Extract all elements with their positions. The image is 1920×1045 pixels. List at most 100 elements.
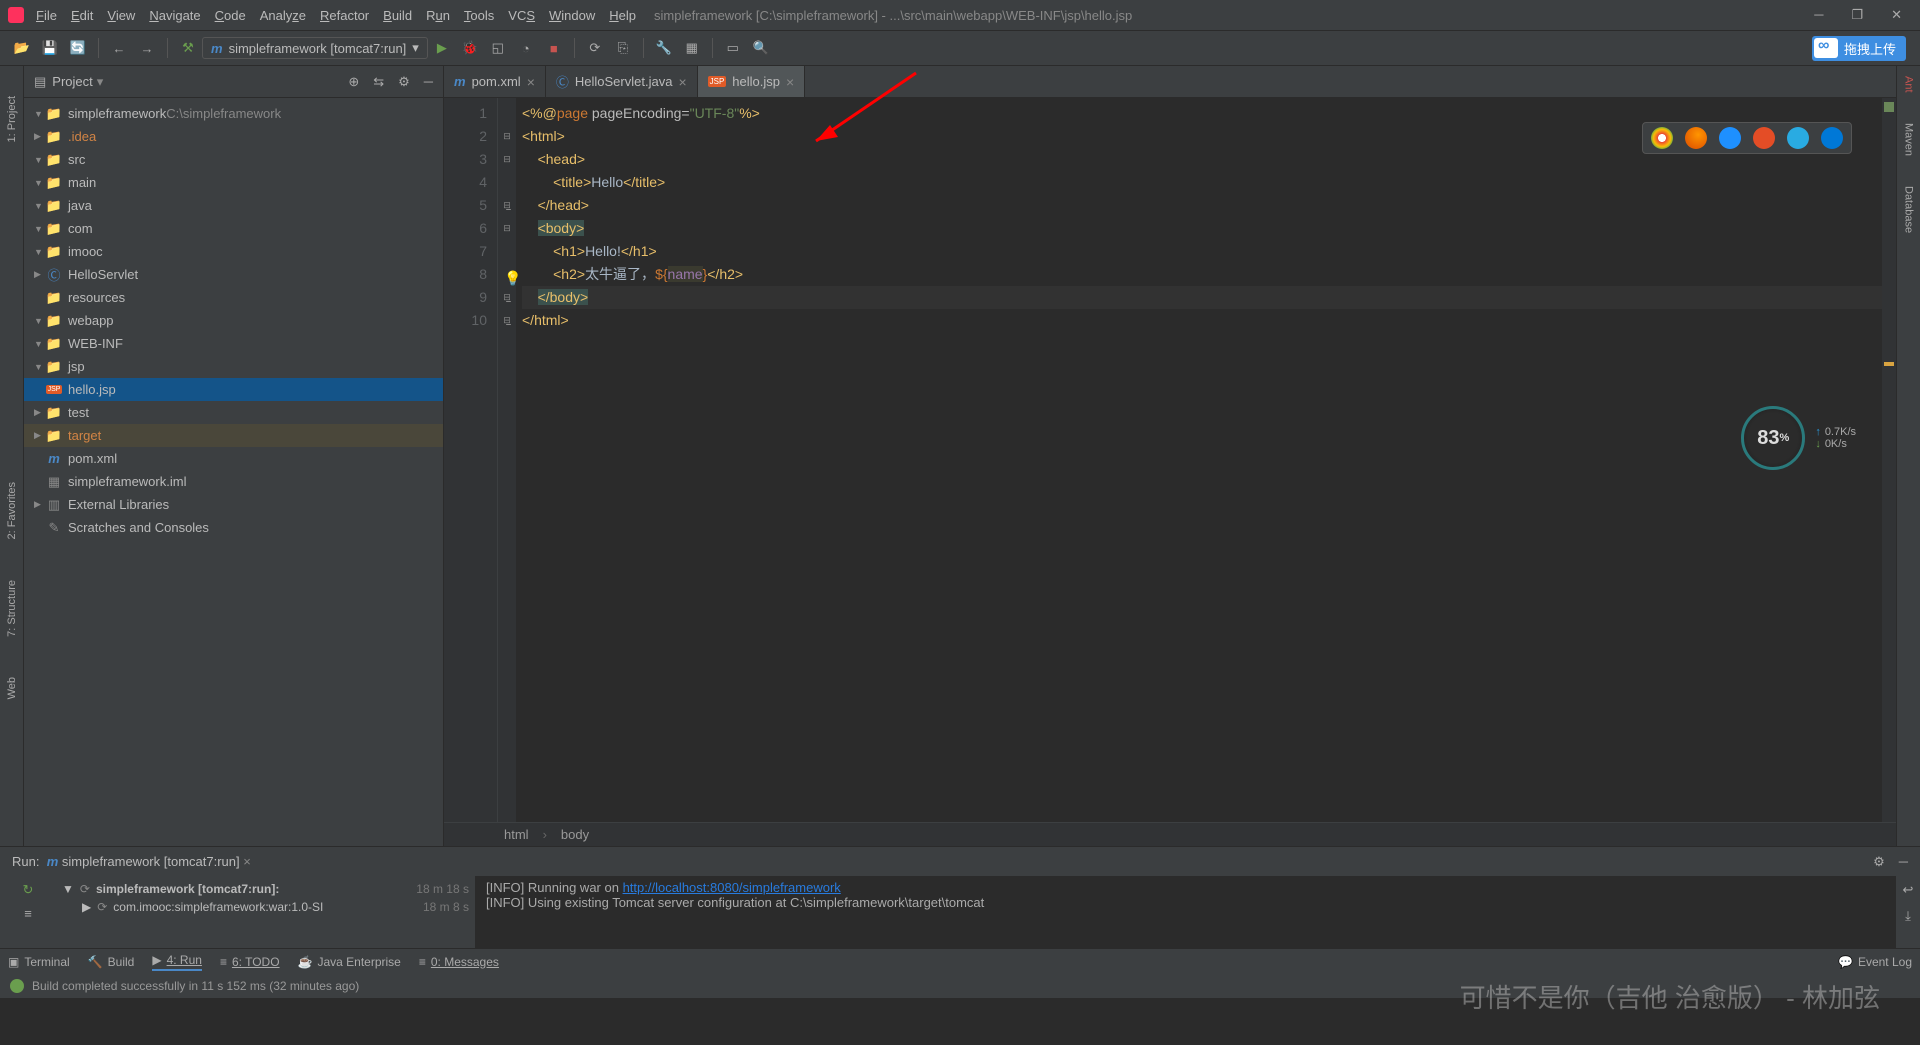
tree-node-simpleframeworkiml[interactable]: ▦simpleframework.iml [24,470,443,493]
crumb-html[interactable]: html [504,827,529,842]
structure-icon[interactable]: ▦ [683,39,701,57]
fold-gutter[interactable]: ⊟⊟⊟̲⊟⊟̲⊟̲ [498,98,516,822]
strip-structure[interactable]: 7: Structure [6,580,18,637]
tab-close-icon[interactable]: × [527,74,535,90]
run-gear-icon[interactable]: ⚙ [1873,854,1885,870]
open-icon[interactable]: 📂 [13,39,31,57]
scroll-end-icon[interactable]: ⤓ [1905,908,1911,924]
firefox-icon[interactable] [1685,127,1707,149]
tree-node-com[interactable]: ▼📁com [24,217,443,240]
tab-close-icon[interactable]: × [678,74,686,90]
crumb-body[interactable]: body [561,827,589,842]
strip-ant[interactable]: Ant [1903,76,1915,93]
tab-close-icon[interactable]: × [786,74,794,90]
edge-icon[interactable] [1821,127,1843,149]
sync-icon[interactable]: 🔄 [69,39,87,57]
expand-icon[interactable]: ⇆ [373,74,384,90]
run-icon[interactable]: ▶ [433,39,451,57]
project-tree[interactable]: ▼📁simpleframework C:\simpleframework▶📁.i… [24,98,443,846]
menu-navigate[interactable]: Navigate [149,8,200,23]
minimize-icon[interactable]: ─ [1814,7,1823,23]
back-icon[interactable]: ← [110,39,128,57]
tree-node-main[interactable]: ▼📁main [24,171,443,194]
target-icon[interactable]: ⊕ [348,74,359,90]
attach-icon[interactable]: ⎘ [614,39,632,57]
code-area[interactable]: 12345678910 ⊟⊟⊟̲⊟⊟̲⊟̲ 💡 <%@page pageEnco… [444,98,1896,822]
run-tree-toggle-icon[interactable]: ≡ [24,906,32,921]
menu-tools[interactable]: Tools [464,8,494,23]
hammer-icon[interactable]: ⚒ [179,39,197,57]
tree-node-pomxml[interactable]: mpom.xml [24,447,443,470]
menu-file[interactable]: File [36,8,57,23]
menu-code[interactable]: Code [215,8,246,23]
forward-icon[interactable]: → [138,39,156,57]
tree-node-resources[interactable]: 📁resources [24,286,443,309]
tree-node-test[interactable]: ▶📁test [24,401,443,424]
tree-node-WEBINF[interactable]: ▼📁WEB-INF [24,332,443,355]
profile-icon[interactable]: ◔ [517,39,535,57]
tree-node-target[interactable]: ▶📁target [24,424,443,447]
warning-marker-icon[interactable] [1884,362,1894,366]
upload-button[interactable]: 拖拽上传 [1812,36,1906,61]
run-output[interactable]: [INFO] Running war on http://localhost:8… [476,876,1896,948]
tree-node-idea[interactable]: ▶📁.idea [24,125,443,148]
tab-servlet[interactable]: ⒸHelloServlet.java× [546,66,698,97]
ie-icon[interactable] [1787,127,1809,149]
strip-maven[interactable]: Maven [1903,123,1915,156]
breadcrumb[interactable]: html › body [444,822,1896,846]
chrome-icon[interactable] [1651,127,1673,149]
menu-analyze[interactable]: Analyze [260,8,306,23]
maximize-icon[interactable]: ❐ [1851,7,1863,23]
menu-vcs[interactable]: VCS [508,8,535,23]
tree-node-webapp[interactable]: ▼📁webapp [24,309,443,332]
menu-edit[interactable]: Edit [71,8,93,23]
debug-icon[interactable]: 🐞 [461,39,479,57]
menu-build[interactable]: Build [383,8,412,23]
tree-node-jsp[interactable]: ▼📁jsp [24,355,443,378]
tree-node-HelloServlet[interactable]: ▶ⒸHelloServlet [24,263,443,286]
project-dropdown-icon[interactable]: ▾ [97,74,104,90]
opera-icon[interactable] [1753,127,1775,149]
tree-node-java[interactable]: ▼📁java [24,194,443,217]
run-hide-icon[interactable]: ─ [1899,854,1908,870]
safari-icon[interactable] [1719,127,1741,149]
stop-icon[interactable]: ■ [545,39,563,57]
tab-pom[interactable]: mpom.xml× [444,66,546,97]
menu-help[interactable]: Help [609,8,636,23]
error-stripe[interactable] [1882,98,1896,822]
strip-favorites[interactable]: 2: Favorites [6,482,18,539]
tab-todo[interactable]: ≡ 6: TODO [220,955,280,969]
tab-hello-jsp[interactable]: JSPhello.jsp× [698,66,806,97]
coverage-icon[interactable]: ◱ [489,39,507,57]
wrench-icon[interactable]: 🔧 [655,39,673,57]
rerun-icon[interactable]: ↻ [23,882,34,898]
strip-web[interactable]: Web [6,677,18,699]
project-title[interactable]: Project [52,74,92,89]
tree-node-imooc[interactable]: ▼📁imooc [24,240,443,263]
gear-icon[interactable]: ⚙ [398,74,410,90]
tree-node-hellojsp[interactable]: JSPhello.jsp [24,378,443,401]
tab-java-enterprise[interactable]: ☕ Java Enterprise [298,955,401,969]
menu-window[interactable]: Window [549,8,595,23]
save-icon[interactable]: 💾 [41,39,59,57]
menu-run[interactable]: Run [426,8,450,23]
run-config-dropdown[interactable]: m simpleframework [tomcat7:run] ▾ [202,37,428,59]
run-close-icon[interactable]: × [243,854,251,869]
avd-icon[interactable]: ▭ [724,39,742,57]
tab-build[interactable]: 🔨 Build [88,955,135,969]
search-icon[interactable]: 🔍 [752,39,770,57]
run-name[interactable]: simpleframework [tomcat7:run] [62,854,240,869]
close-icon[interactable]: ✕ [1891,7,1902,23]
strip-database[interactable]: Database [1903,186,1915,233]
soft-wrap-icon[interactable]: ↩ [1903,882,1914,898]
menu-refactor[interactable]: Refactor [320,8,369,23]
tab-terminal[interactable]: ▣ Terminal [8,955,70,969]
tree-node-simpleframework[interactable]: ▼📁simpleframework C:\simpleframework [24,102,443,125]
tab-messages[interactable]: ≡ 0: Messages [419,955,499,969]
run-tree[interactable]: ▼⟳simpleframework [tomcat7:run]:18 m 18 … [56,876,476,948]
out-link[interactable]: http://localhost:8080/simpleframework [623,880,841,895]
run-tree-child[interactable]: ▶⟳com.imooc:simpleframework:war:1.0-SI18… [62,898,469,916]
tree-node-ExternalLibraries[interactable]: ▶▥External Libraries [24,493,443,516]
menu-view[interactable]: View [107,8,135,23]
tab-run[interactable]: ▶ 4: Run [152,953,202,971]
